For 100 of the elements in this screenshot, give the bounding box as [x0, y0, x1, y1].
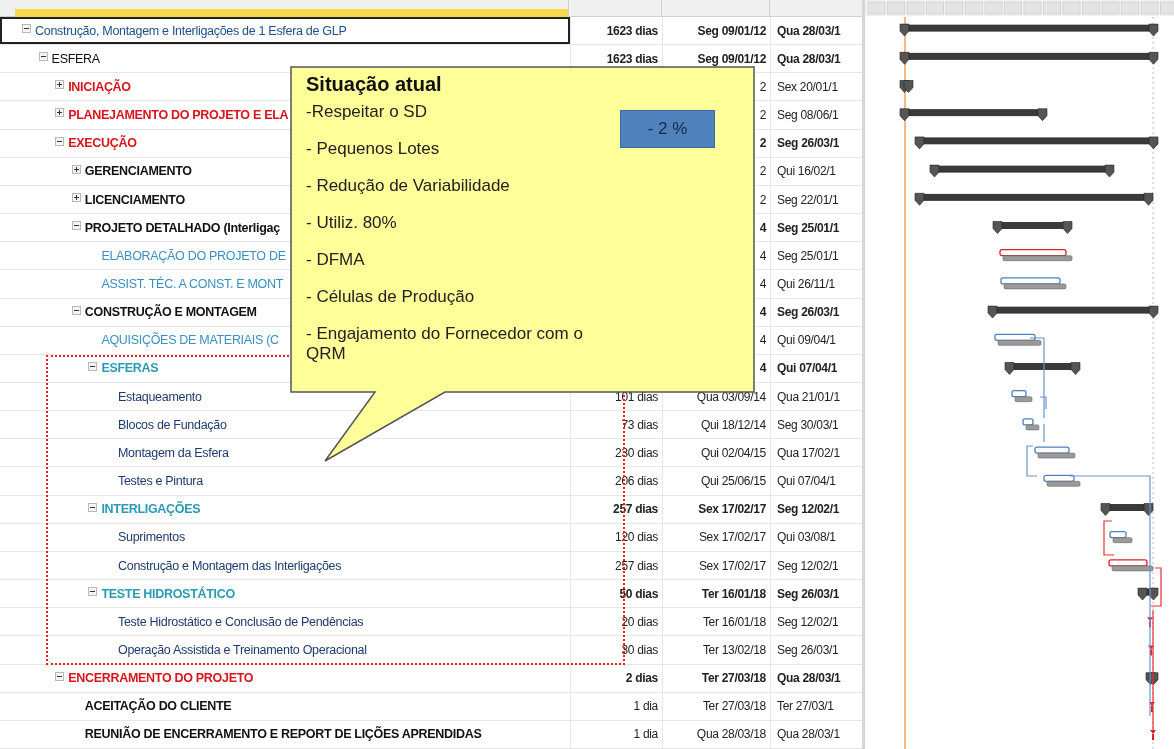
finish-cell: Qui 07/04/1 [777, 361, 838, 376]
finish-cell: Seg 26/03/1 [777, 136, 840, 151]
task-name: ESFERA [51, 51, 100, 66]
start-cell: 4 [759, 220, 766, 235]
expand-icon[interactable] [71, 192, 81, 202]
callout-item: - Utiliz. 80% [306, 213, 398, 234]
finish-cell: Seg 26/03/1 [777, 586, 840, 601]
task-name: CONSTRUÇÃO E MONTAGEM [84, 305, 257, 320]
task-name: INTERLIGAÇÕES [101, 502, 201, 517]
finish-cell: Qua 17/02/1 [777, 445, 840, 460]
task-name: Montagem da Esfera [118, 445, 229, 460]
collapse-icon[interactable] [55, 671, 65, 681]
task-name: ENCERRAMENTO DO PROJETO [68, 671, 254, 686]
finish-cell: Seg 08/06/1 [777, 108, 839, 123]
start-cell: Seg 09/01/12 [697, 23, 766, 38]
start-cell: Qui 18/12/14 [700, 417, 766, 432]
start-cell: 4 [759, 305, 766, 320]
collapse-icon[interactable] [38, 52, 48, 62]
start-cell: Ter 27/03/18 [702, 699, 766, 714]
start-cell: Qua 03/09/14 [696, 389, 766, 404]
start-cell: Qui 25/06/15 [700, 474, 766, 489]
duration-cell: 1 dia [633, 727, 658, 742]
callout-item: - Redução de Variabilidade [306, 176, 511, 197]
milestone-mark [1150, 730, 1156, 741]
start-cell: Sex 17/02/17 [698, 558, 766, 573]
task-bar [1034, 446, 1076, 459]
task-name: PLANEJAMENTO DO PROJETO E ELA [68, 108, 289, 123]
task-name: REUNIÃO DE ENCERRAMENTO E REPORT DE LIÇÕES APRENDIDAS [84, 727, 482, 742]
duration-cell: 2 dias [625, 671, 658, 686]
summary-bar [1100, 503, 1154, 516]
start-cell: 4 [759, 248, 766, 263]
duration-cell: 1 dia [633, 699, 658, 714]
finish-cell: Qua 28/03/1 [777, 727, 840, 742]
duration-cell: 1623 dias [606, 51, 658, 66]
summary-bar [1137, 587, 1159, 601]
start-cell: 2 [759, 108, 766, 123]
task-name: Operação Assistida e Treinamento Operacional [118, 643, 367, 657]
expand-icon[interactable] [71, 164, 81, 174]
task-name: Construção e Montagem das Interligações [118, 558, 342, 573]
start-cell: 4 [759, 333, 766, 348]
callout-item: - Engajamento do Fornecedor com o QRM [306, 324, 584, 364]
collapse-icon[interactable] [88, 587, 98, 597]
summary-bar [1145, 672, 1159, 685]
start-cell: 2 [759, 192, 766, 207]
finish-cell: Seg 12/02/1 [777, 558, 839, 573]
callout-title: Situação atual [306, 72, 443, 97]
start-cell: Qui 02/04/15 [700, 445, 766, 460]
task-bar [1043, 474, 1081, 487]
collapse-icon[interactable] [22, 24, 31, 33]
callout-item: - Pequenos Lotes [306, 139, 441, 160]
start-cell: Ter 16/01/18 [702, 614, 766, 629]
task-name: Suprimentos [118, 530, 185, 545]
finish-cell: Sex 20/01/1 [777, 79, 838, 94]
finish-cell: Qua 21/01/1 [777, 389, 840, 404]
start-cell: Ter 16/01/18 [701, 586, 766, 601]
collapse-icon[interactable] [88, 361, 98, 371]
task-name: ACEITAÇÃO DO CLIENTE [84, 699, 232, 714]
finish-cell: Seg 25/01/1 [777, 248, 839, 263]
task-name: ASSIST. TÉC. A CONST. E MONT [101, 276, 284, 291]
link-line [1026, 445, 1038, 477]
task-name: PROJETO DETALHADO (Interligaç [84, 220, 280, 235]
start-cell: Sex 17/02/17 [698, 530, 766, 545]
collapse-icon[interactable] [71, 221, 81, 231]
percent-badge: - 2 % [620, 110, 715, 148]
duration-cell: 30 dias [621, 643, 658, 657]
expand-icon[interactable] [55, 80, 65, 90]
task-name: EXECUÇÃO [68, 136, 137, 151]
task-name: Construção, Montagem e Interligações de 1 Esfera de GLP [35, 23, 347, 38]
task-name: Teste Hidrostático e Conclusão de Pendências [118, 614, 364, 629]
start-cell: Sex 17/02/17 [698, 502, 766, 517]
finish-cell: Qua 28/03/1 [777, 671, 841, 686]
callout-item: -Respeitar o SD [306, 102, 428, 123]
task-name: Testes e Pintura [118, 474, 203, 489]
finish-cell: Seg 12/02/1 [777, 502, 840, 517]
link-line [1043, 423, 1045, 443]
expand-icon[interactable] [55, 108, 65, 118]
task-name: GERENCIAMENTO [84, 164, 192, 179]
collapse-icon[interactable] [55, 136, 65, 146]
task-bar [1000, 277, 1067, 290]
finish-cell: Ter 27/03/1 [777, 699, 834, 714]
task-name: AQUISIÇÕES DE MATERIAIS (C [101, 333, 279, 348]
task-name: LICENCIAMENTO [84, 192, 185, 207]
finish-cell: Qui 07/04/1 [777, 474, 836, 489]
finish-cell: Qui 26/11/1 [777, 276, 835, 291]
collapse-icon[interactable] [71, 305, 81, 315]
callout-item: - Células de Produção [306, 287, 476, 308]
duration-cell: 20 dias [621, 614, 658, 629]
start-cell: Seg 09/01/12 [697, 51, 766, 66]
task-bar [994, 333, 1042, 346]
finish-cell: Seg 25/01/1 [777, 220, 840, 235]
duration-cell: 1623 dias [606, 23, 658, 38]
finish-cell: Seg 26/03/1 [777, 305, 840, 320]
start-cell: 4 [759, 276, 766, 291]
task-name: ELABORAÇÃO DO PROJETO DE [101, 248, 286, 263]
task-bar [1011, 390, 1033, 402]
callout-item: - DFMA [306, 250, 366, 271]
start-cell: Ter 27/03/18 [701, 671, 766, 686]
collapse-icon[interactable] [88, 502, 98, 512]
finish-cell: Qui 16/02/1 [777, 164, 836, 179]
start-cell: Ter 13/02/18 [702, 643, 766, 657]
